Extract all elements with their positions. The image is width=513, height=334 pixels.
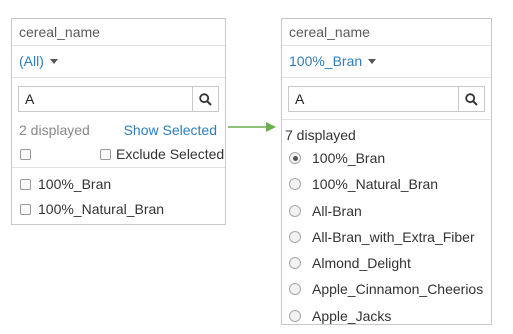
item-label: 100%_Natural_Bran (38, 201, 165, 217)
option-label: Apple_Jacks (312, 307, 392, 324)
arrow-right-icon (228, 122, 276, 132)
filter-title: cereal_name (12, 19, 225, 46)
option-label: Almond_Delight (312, 255, 411, 272)
search-icon (199, 92, 212, 106)
exclude-selected-label: Exclude Selected (116, 146, 225, 162)
item-label: 100%_Bran (38, 176, 112, 192)
radio-button[interactable] (289, 230, 301, 243)
item-checkbox[interactable] (20, 204, 31, 215)
divider (282, 119, 491, 120)
search-box (18, 86, 219, 112)
radio-option[interactable]: All-Bran_with_Extra_Fiber (282, 224, 491, 250)
radio-option[interactable]: 100%_Natural_Bran (282, 171, 491, 197)
search-input[interactable] (289, 87, 458, 111)
item-checkbox[interactable] (20, 179, 31, 190)
option-label: 100%_Natural_Bran (312, 176, 439, 193)
search-button[interactable] (192, 87, 218, 111)
displayed-count: 7 displayed (285, 127, 356, 143)
filter-dropdown[interactable]: 100%_Bran (282, 46, 491, 78)
radio-option[interactable]: Almond_Delight (282, 250, 491, 276)
status-row: 2 displayed Show Selected (12, 118, 225, 142)
chevron-down-icon (49, 58, 58, 64)
radio-button[interactable] (289, 152, 301, 164)
displayed-count: 2 displayed (19, 122, 90, 138)
radio-option[interactable]: Apple_Cinnamon_Cheerios (282, 276, 491, 302)
list-item[interactable]: 100%_Natural_Bran (12, 197, 225, 222)
option-label: All-Bran_with_Extra_Fiber (312, 228, 475, 245)
radio-option[interactable]: All-Bran (282, 198, 491, 224)
dropdown-value: (All) (19, 53, 44, 69)
radio-button[interactable] (289, 309, 301, 322)
dropdown-value: 100%_Bran (289, 53, 363, 69)
select-controls-row: Exclude Selected (12, 142, 225, 168)
multi-select-filter-panel: cereal_name (All) 2 displayed Show Selec… (11, 18, 226, 225)
single-select-filter-panel: cereal_name 100%_Bran 7 displayed 100%_B… (281, 18, 492, 325)
radio-button[interactable] (289, 283, 301, 296)
radio-button[interactable] (289, 257, 301, 270)
radio-option[interactable]: Apple_Jacks (282, 303, 491, 329)
search-button[interactable] (458, 87, 484, 111)
exclude-selected-checkbox[interactable] (100, 149, 111, 160)
option-label: Apple_Cinnamon_Cheerios (312, 281, 484, 298)
list-item[interactable]: 100%_Bran (12, 172, 225, 197)
radio-button[interactable] (289, 178, 301, 191)
filter-title: cereal_name (282, 19, 491, 46)
search-icon (465, 92, 478, 106)
radio-button[interactable] (289, 204, 301, 217)
search-input[interactable] (19, 87, 192, 111)
option-label: 100%_Bran (312, 150, 386, 166)
search-box (288, 86, 485, 112)
radio-option[interactable]: 100%_Bran (282, 145, 491, 171)
show-selected-link[interactable]: Show Selected (124, 118, 217, 142)
chevron-down-icon (368, 58, 377, 64)
option-label: All-Bran (312, 202, 362, 219)
select-all-checkbox[interactable] (20, 149, 31, 160)
filter-dropdown[interactable]: (All) (12, 46, 225, 78)
